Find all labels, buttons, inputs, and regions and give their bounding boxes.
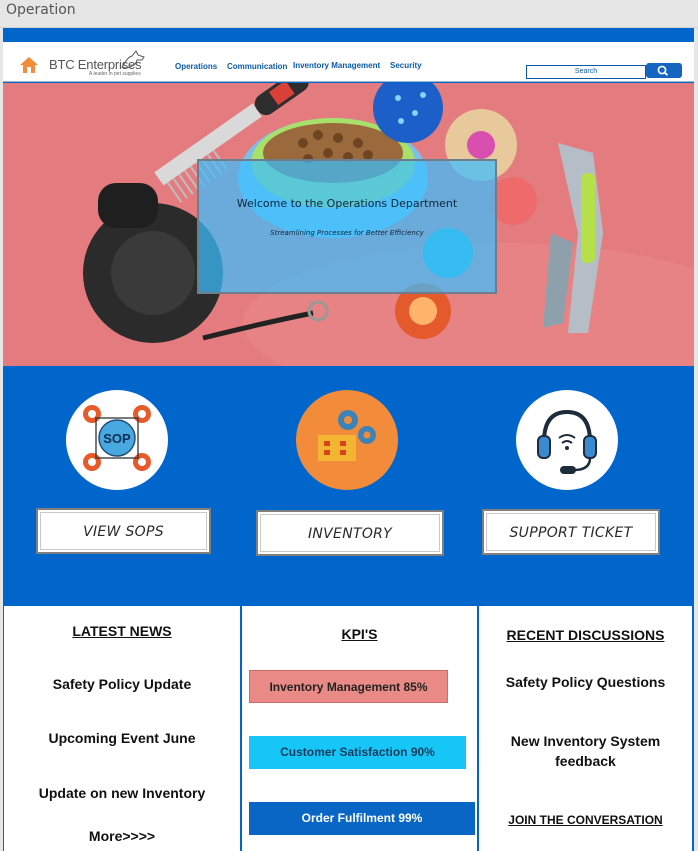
hero-subtitle: Streamlining Processes for Better Effici… — [270, 229, 424, 237]
discussion-item[interactable]: New Inventory System feedback — [479, 731, 692, 771]
kpis-heading: KPI'S — [341, 626, 378, 642]
kpi-customer-satisfaction: Customer Satisfaction 90% — [249, 736, 466, 769]
more-news-link[interactable]: More>>>> — [4, 826, 240, 846]
inventory-button[interactable]: INVENTORY — [256, 510, 444, 556]
recent-discussions-panel: RECENT DISCUSSIONS Safety Policy Questio… — [479, 606, 692, 851]
window-title: Operation — [6, 2, 76, 18]
latest-news-panel: LATEST NEWS Safety Policy Update Upcomin… — [4, 606, 240, 851]
sop-gears-icon: SOP — [83, 405, 151, 471]
brand-tagline: A leader in pet supplies — [89, 71, 141, 77]
news-item[interactable]: Update on new Inventory — [4, 783, 240, 803]
dog-logo-icon — [121, 50, 145, 69]
app-frame: BTC Enterprises A leader in pet supplies… — [3, 28, 694, 851]
info-panels: LATEST NEWS Safety Policy Update Upcomin… — [3, 606, 694, 851]
kpis-panel: KPI'S Inventory Management 85% Customer … — [242, 606, 477, 851]
support-circle[interactable] — [516, 390, 618, 490]
nav-communication[interactable]: Communication — [227, 62, 287, 71]
search-button[interactable] — [646, 63, 682, 78]
view-sops-button[interactable]: VIEW SOPS — [36, 508, 211, 554]
home-icon[interactable] — [19, 56, 39, 74]
discussion-item[interactable]: Safety Policy Questions — [479, 672, 692, 692]
headset-support-icon — [537, 409, 597, 474]
news-item[interactable]: Safety Policy Update — [4, 674, 240, 694]
kpi-order-fulfilment: Order Fulfilment 99% — [249, 802, 475, 835]
top-stripe — [3, 28, 694, 42]
inventory-circle[interactable] — [296, 390, 398, 490]
inventory-boxes-icon — [318, 410, 376, 461]
search-input[interactable]: Search — [526, 65, 646, 79]
welcome-overlay: Welcome to the Operations Department Str… — [197, 159, 497, 294]
nav-inventory-management[interactable]: Inventory Management — [293, 61, 380, 70]
nav-security[interactable]: Security — [390, 61, 422, 70]
sop-circle[interactable]: SOP — [66, 390, 168, 490]
latest-news-heading: LATEST NEWS — [72, 623, 172, 639]
window-titlebar: Operation — [0, 0, 698, 28]
quick-actions: SOP VIEW SOPS INVENTORY SUPPORT TICKET — [3, 366, 694, 606]
hero-banner: Welcome to the Operations Department Str… — [3, 83, 694, 366]
recent-discussions-heading: RECENT DISCUSSIONS — [506, 627, 665, 643]
sop-icon-text: SOP — [103, 431, 131, 446]
nav-operations[interactable]: Operations — [175, 62, 217, 71]
kpi-inventory-management: Inventory Management 85% — [249, 670, 448, 703]
search-icon — [657, 65, 669, 76]
support-ticket-button[interactable]: SUPPORT TICKET — [482, 509, 660, 555]
news-item[interactable]: Upcoming Event June — [4, 728, 240, 748]
navbar: BTC Enterprises A leader in pet supplies… — [3, 42, 694, 82]
hero-title: Welcome to the Operations Department — [236, 197, 458, 210]
join-conversation-link[interactable]: JOIN THE CONVERSATION — [479, 813, 692, 827]
